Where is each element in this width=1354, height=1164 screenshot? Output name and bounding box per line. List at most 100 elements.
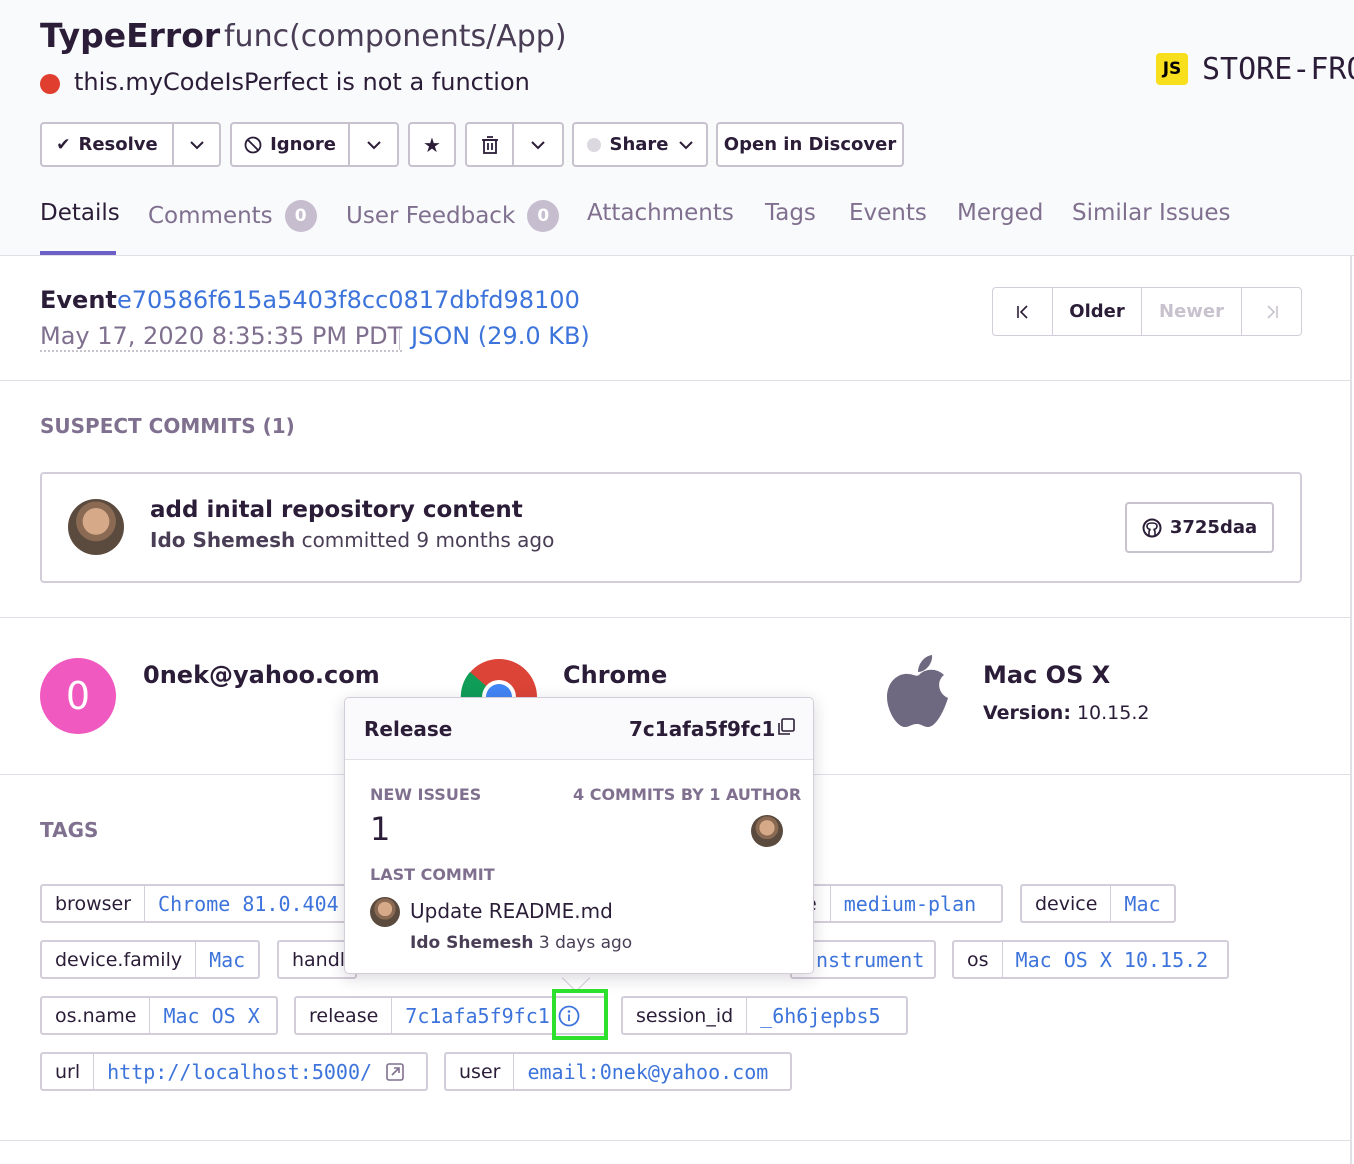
new-issues-label: NEW ISSUES — [370, 785, 482, 804]
tag-pill[interactable]: os Mac OS X 10.15.2 — [952, 940, 1229, 979]
event-id-link[interactable]: e70586f615a5403f8cc0817dbfd98100 — [117, 286, 580, 314]
tag-key: os.name — [42, 998, 151, 1033]
commit-sha-button[interactable]: 3725daa — [1125, 502, 1274, 553]
share-button[interactable]: Share — [572, 122, 708, 167]
delete-button[interactable] — [465, 122, 514, 167]
chevron-down-icon — [189, 140, 204, 149]
tab-comments[interactable]: Comments 0 — [148, 200, 317, 232]
tab-user-feedback[interactable]: User Feedback 0 — [346, 200, 560, 232]
older-event-button[interactable]: Older — [1052, 287, 1142, 336]
tab-similar-issues[interactable]: Similar Issues — [1072, 200, 1231, 226]
highlight-box — [552, 989, 608, 1040]
resolve-button[interactable]: ✔ Resolve — [40, 122, 174, 167]
github-icon — [1142, 518, 1162, 537]
json-link[interactable]: JSON (29.0 KB) — [411, 322, 590, 350]
tab-label: Details — [40, 200, 120, 226]
delete-dropdown-button[interactable] — [513, 122, 564, 167]
os-name: Mac OS X — [983, 661, 1111, 689]
share-label: Share — [609, 134, 669, 155]
tag-value[interactable]: medium-plan — [831, 886, 989, 921]
tag-key: device — [1022, 886, 1112, 921]
ignore-dropdown-button[interactable] — [349, 122, 399, 167]
tag-value[interactable]: Mac OS X — [150, 998, 272, 1033]
newer-event-button[interactable]: Newer — [1141, 287, 1242, 336]
tag-value[interactable]: Chrome 81.0.404 — [145, 886, 352, 921]
tag-value[interactable]: Mac — [1111, 886, 1173, 921]
open-in-discover-label: Open in Discover — [723, 134, 897, 155]
section-divider — [0, 1140, 1350, 1141]
tag-key: url — [42, 1054, 95, 1089]
browser-name: Chrome — [563, 661, 668, 689]
new-issues-count[interactable]: 1 — [370, 810, 390, 848]
count-badge: 0 — [527, 200, 560, 232]
suspect-commits-title: SUSPECT COMMITS (1) — [40, 414, 295, 438]
os-version: Version: 10.15.2 — [983, 702, 1150, 724]
commits-summary: 4 COMMITS BY 1 AUTHOR — [573, 785, 802, 804]
tag-value[interactable]: http://localhost:5000/ — [94, 1054, 385, 1089]
tag-value[interactable]: Mac — [196, 942, 258, 977]
active-tab-indicator — [40, 251, 116, 255]
content-right-border — [1350, 256, 1352, 1164]
tag-key: user — [446, 1054, 515, 1089]
last-commit-meta: Ido Shemesh 3 days ago — [410, 933, 632, 953]
tab-merged[interactable]: Merged — [957, 200, 1043, 226]
project-name[interactable]: STORE-FRO — [1202, 52, 1354, 87]
resolve-dropdown-button[interactable] — [173, 122, 221, 167]
newest-event-button[interactable] — [1241, 287, 1302, 336]
tag-pill[interactable]: url http://localhost:5000/ — [40, 1052, 428, 1091]
tag-key: session_id — [623, 998, 748, 1033]
commit-time: committed 9 months ago — [301, 528, 555, 552]
tag-value[interactable]: email:0nek@yahoo.com — [514, 1054, 781, 1089]
javascript-project-icon: JS — [1156, 53, 1188, 85]
tag-pill[interactable]: device Mac — [1020, 884, 1176, 923]
error-type: TypeError — [40, 16, 221, 55]
share-status-dot — [587, 137, 602, 152]
tag-pill[interactable]: os.name Mac OS X — [40, 996, 278, 1035]
copy-icon[interactable] — [776, 717, 796, 737]
tab-events[interactable]: Events — [849, 200, 927, 226]
oldest-event-button[interactable] — [992, 287, 1053, 336]
avatar — [370, 897, 400, 927]
tag-pill[interactable]: browser Chrome 81.0.404 — [40, 884, 360, 923]
ignore-button[interactable]: Ignore — [230, 122, 350, 167]
count-badge: 0 — [284, 200, 317, 232]
tab-label: Events — [849, 200, 927, 226]
tab-tags[interactable]: Tags — [765, 200, 816, 226]
tab-label: Attachments — [587, 200, 734, 226]
resolve-label: Resolve — [78, 134, 158, 155]
ignore-label: Ignore — [270, 134, 336, 155]
open-in-discover-button[interactable]: Open in Discover — [716, 122, 904, 167]
last-commit-message: Update README.md — [410, 899, 613, 923]
tags-title: TAGS — [40, 818, 99, 842]
divider — [399, 328, 400, 350]
tag-key: device.family — [42, 942, 197, 977]
commit-author: Ido Shemesh — [150, 528, 296, 552]
tag-pill[interactable]: device.family Mac — [40, 940, 260, 979]
checkmark-icon: ✔ — [56, 134, 71, 155]
newer-label: Newer — [1159, 301, 1224, 322]
tag-pill[interactable]: user email:0nek@yahoo.com — [444, 1052, 792, 1091]
tab-details[interactable]: Details — [40, 200, 120, 226]
tag-value[interactable]: Mac OS X 10.15.2 — [1003, 942, 1222, 977]
external-link-icon[interactable] — [385, 1054, 417, 1089]
tag-key: release — [296, 998, 393, 1033]
tag-key: browser — [42, 886, 146, 921]
tag-value[interactable]: _6h6jepbs5 — [747, 998, 893, 1033]
bookmark-button[interactable]: ★ — [408, 122, 456, 167]
avatar — [68, 499, 124, 555]
os-version-value: 10.15.2 — [1076, 702, 1150, 724]
tab-label: User Feedback — [346, 203, 516, 229]
tag-pill[interactable]: e medium-plan — [790, 884, 1003, 923]
commit-meta: Ido Shemesh committed 9 months ago — [150, 528, 554, 552]
error-level-dot — [40, 74, 60, 94]
commit-message: add inital repository content — [150, 497, 523, 523]
author-avatar — [751, 815, 783, 847]
chevron-down-icon — [678, 140, 693, 149]
tag-value[interactable]: 7c1afa5f9fc1 — [392, 998, 554, 1033]
skip-to-first-icon — [1016, 304, 1028, 319]
tab-attachments[interactable]: Attachments — [587, 200, 734, 226]
release-version[interactable]: 7c1afa5f9fc1 — [629, 717, 775, 741]
tag-pill[interactable]: session_id _6h6jepbs5 — [621, 996, 908, 1035]
error-message: this.myCodeIsPerfect is not a function — [74, 68, 530, 96]
tab-label: Comments — [148, 203, 273, 229]
